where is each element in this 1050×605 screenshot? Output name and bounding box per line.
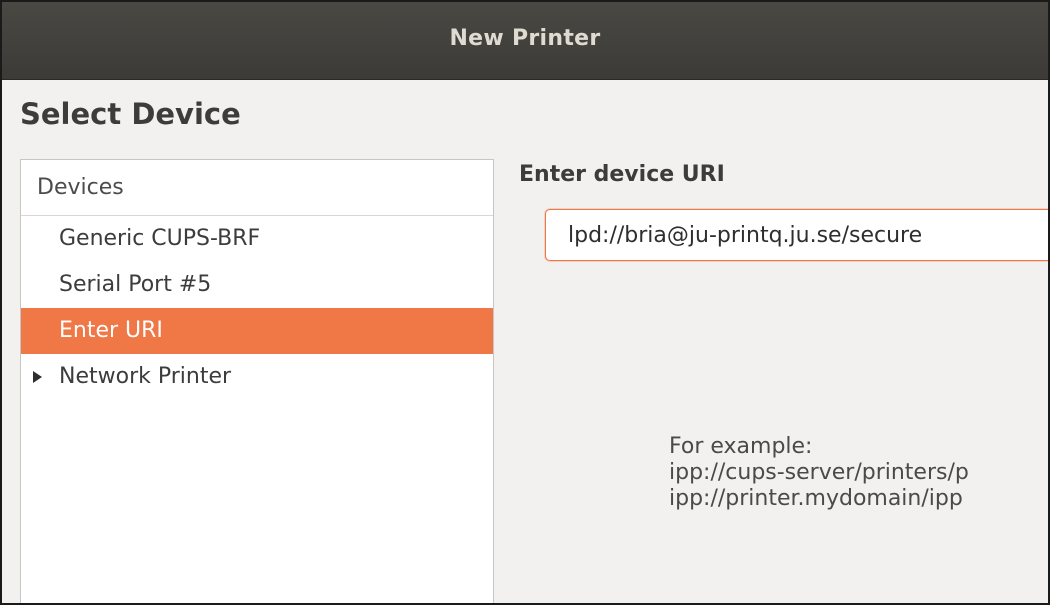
device-item-network-printer[interactable]: Network Printer (21, 354, 493, 400)
window-title: New Printer (449, 26, 601, 51)
device-item-serial-port[interactable]: Serial Port #5 (21, 262, 493, 308)
uri-example: For example: ipp://cups-server/printers/… (669, 434, 1048, 512)
device-list-header[interactable]: Devices (21, 160, 493, 216)
example-heading: For example: (669, 434, 813, 459)
page-title: Select Device (20, 97, 241, 131)
uri-label: Enter device URI (519, 162, 725, 187)
device-item-enter-uri[interactable]: Enter URI (21, 308, 493, 354)
device-uri-input[interactable] (545, 209, 1048, 261)
device-list: Devices Generic CUPS-BRF Serial Port #5 … (20, 159, 494, 603)
example-line: ipp://cups-server/printers/p (669, 460, 969, 485)
title-bar[interactable]: New Printer (2, 2, 1048, 80)
device-item-label: Enter URI (59, 318, 163, 343)
device-item-label: Generic CUPS-BRF (59, 226, 261, 251)
device-item-generic-cups-brf[interactable]: Generic CUPS-BRF (21, 216, 493, 262)
device-item-label: Serial Port #5 (59, 272, 212, 297)
expand-triangle-icon[interactable] (33, 371, 42, 383)
dialog-window: New Printer Select Device Devices Generi… (0, 0, 1050, 605)
example-line: ipp://printer.mydomain/ipp (669, 486, 963, 511)
device-item-label: Network Printer (59, 364, 232, 389)
